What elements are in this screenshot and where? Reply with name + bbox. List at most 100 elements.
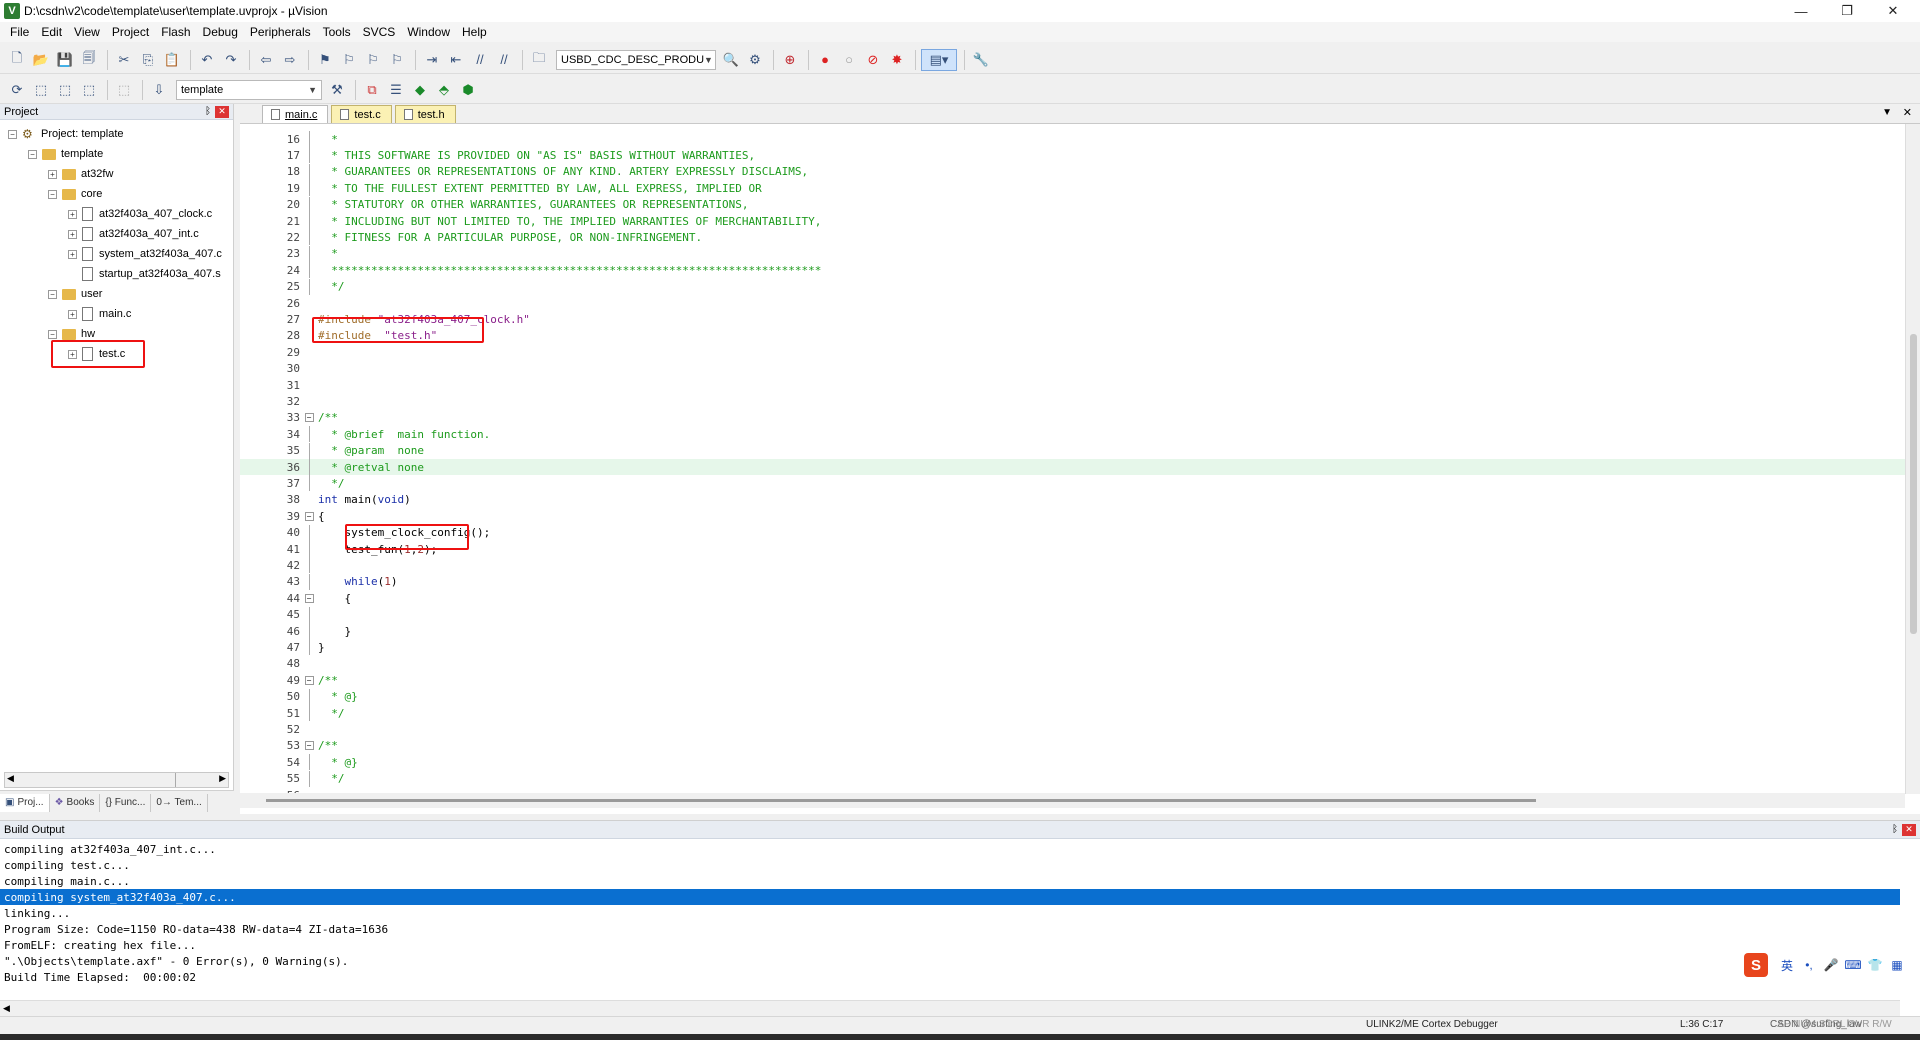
expand-icon[interactable]: + xyxy=(48,169,57,179)
tree-item[interactable]: + at32f403a_407_clock.c xyxy=(0,204,233,224)
fold-toggle-icon[interactable]: − xyxy=(302,738,316,754)
expand-icon[interactable]: + xyxy=(68,349,77,359)
build-icon[interactable]: ⬚ xyxy=(30,79,52,101)
tree-item[interactable]: − ⚙ Project: template xyxy=(0,124,233,144)
tab-main-c[interactable]: main.c xyxy=(262,105,329,123)
code-line[interactable]: 45 xyxy=(240,606,1905,623)
microphone-icon[interactable]: 🎤 xyxy=(1820,958,1842,972)
debug-session-icon[interactable]: ⊕ xyxy=(779,49,801,71)
code-line[interactable]: 40 system_clock_config(); xyxy=(240,524,1905,541)
expand-icon[interactable]: + xyxy=(68,229,77,239)
undo-icon[interactable]: ↶ xyxy=(196,49,218,71)
close-icon[interactable]: ✕ xyxy=(215,105,229,118)
code-line[interactable]: 34 * @brief main function. xyxy=(240,426,1905,443)
tab-list-icon[interactable]: ▼ xyxy=(1882,107,1892,118)
tab-templates[interactable]: 0→ Tem... xyxy=(151,793,208,812)
code-line[interactable]: 29 xyxy=(240,344,1905,360)
comment-icon[interactable]: // xyxy=(469,49,491,71)
maximize-button[interactable]: ❐ xyxy=(1824,0,1870,22)
collapse-icon[interactable]: − xyxy=(304,675,314,685)
rte-icon[interactable]: ⬢ xyxy=(457,79,479,101)
bookmark-icon[interactable]: ⚑ xyxy=(314,49,336,71)
rebuild-icon[interactable]: ⬚ xyxy=(54,79,76,101)
scroll-right-icon[interactable]: ▶ xyxy=(219,773,226,784)
tab-test-c[interactable]: test.c xyxy=(331,105,392,123)
collapse-icon[interactable]: − xyxy=(304,511,314,521)
close-icon[interactable]: ✕ xyxy=(1902,823,1916,836)
save-all-icon[interactable]: 🗐 xyxy=(78,49,100,71)
tab-books[interactable]: ❖ Books xyxy=(50,793,101,812)
fold-toggle-icon[interactable]: − xyxy=(302,508,316,524)
menu-svcs[interactable]: SVCS xyxy=(357,25,402,39)
tree-item[interactable]: − user xyxy=(0,284,233,304)
menu-flash[interactable]: Flash xyxy=(155,25,196,39)
menu-peripherals[interactable]: Peripherals xyxy=(244,25,317,39)
keyboard-icon[interactable]: ⌨ xyxy=(1842,958,1864,972)
code-line[interactable]: 24 *************************************… xyxy=(240,262,1905,279)
project-h-scrollbar[interactable]: ◀ ▶ xyxy=(4,772,229,788)
menu-file[interactable]: File xyxy=(4,25,35,39)
scroll-thumb[interactable] xyxy=(175,773,176,787)
kill-breakpoints-icon[interactable]: ⊘ xyxy=(862,49,884,71)
nav-forward-icon[interactable]: ⇨ xyxy=(279,49,301,71)
code-line[interactable]: 41 test_fun(1,2); xyxy=(240,541,1905,557)
configure-icon[interactable]: 🔧 xyxy=(970,49,992,71)
code-line[interactable]: 27 #include "at32f403a_407_clock.h" xyxy=(240,311,1905,327)
pin-icon[interactable]: ᛒ xyxy=(1888,824,1902,835)
menu-project[interactable]: Project xyxy=(106,25,155,39)
window-layout-icon[interactable]: ▤▾ xyxy=(921,48,957,71)
translate-icon[interactable]: ⟳ xyxy=(6,79,28,101)
code-line[interactable]: 38 int main(void) xyxy=(240,492,1905,508)
collapse-icon[interactable]: − xyxy=(304,413,314,423)
tab-test-h[interactable]: test.h xyxy=(394,105,456,123)
code-line[interactable]: 31 xyxy=(240,377,1905,393)
menu-view[interactable]: View xyxy=(68,25,106,39)
stop-build-icon[interactable]: ⬚ xyxy=(113,79,135,101)
sogou-logo-icon[interactable]: S xyxy=(1744,953,1768,977)
target-select[interactable]: template ▼ xyxy=(176,79,322,100)
scroll-left-icon[interactable]: ◀ xyxy=(3,1003,10,1014)
code-line[interactable]: 16 * xyxy=(240,131,1905,147)
clear-bookmarks-icon[interactable]: ⚐ xyxy=(386,49,408,71)
build-output-line[interactable]: compiling at32f403a_407_int.c... xyxy=(0,841,1900,857)
menu-help[interactable]: Help xyxy=(456,25,493,39)
pin-icon[interactable]: ᛒ xyxy=(201,106,215,117)
code-line[interactable]: 39−{ xyxy=(240,508,1905,524)
scroll-left-icon[interactable]: ◀ xyxy=(7,773,14,784)
next-bookmark-icon[interactable]: ⚐ xyxy=(362,49,384,71)
tree-item[interactable]: startup_at32f403a_407.s xyxy=(0,264,233,284)
build-h-scrollbar[interactable]: ◀ xyxy=(0,1000,1900,1016)
target-options-icon[interactable]: ⚒ xyxy=(326,79,348,101)
build-output-text[interactable]: compiling at32f403a_407_int.c... compilin… xyxy=(0,841,1900,985)
redo-icon[interactable]: ↷ xyxy=(220,49,242,71)
tab-project[interactable]: ▣ Proj... xyxy=(0,793,50,812)
build-output-line[interactable]: linking... xyxy=(0,905,1900,921)
code-line[interactable]: 18 * GUARANTEES OR REPRESENTATIONS OF AN… xyxy=(240,163,1905,180)
copy-icon[interactable]: ⎘ xyxy=(137,49,159,71)
collapse-icon[interactable]: − xyxy=(28,149,37,159)
menu-window[interactable]: Window xyxy=(401,25,456,39)
fold-toggle-icon[interactable]: − xyxy=(302,410,316,426)
find-in-files-icon[interactable]: 🗀 xyxy=(528,49,550,71)
fold-toggle-icon[interactable]: − xyxy=(302,672,316,688)
tree-item[interactable]: − hw xyxy=(0,324,233,344)
collapse-icon[interactable]: − xyxy=(48,289,57,299)
code-line[interactable]: 25 */ xyxy=(240,278,1905,295)
paste-icon[interactable]: 📋 xyxy=(161,49,183,71)
code-line[interactable]: 52 xyxy=(240,721,1905,737)
new-file-icon[interactable]: 🗋 xyxy=(6,49,28,71)
code-line[interactable]: 26 xyxy=(240,295,1905,311)
code-line[interactable]: 37 */ xyxy=(240,475,1905,492)
tree-item[interactable]: + system_at32f403a_407.c xyxy=(0,244,233,264)
menu-tools[interactable]: Tools xyxy=(317,25,357,39)
code-line[interactable]: 43 while(1) xyxy=(240,573,1905,590)
fold-toggle-icon[interactable]: − xyxy=(302,590,316,606)
tree-item[interactable]: + main.c xyxy=(0,304,233,324)
build-output-line[interactable]: ".\Objects\template.axf" - 0 Error(s), 0… xyxy=(0,953,1900,969)
code-line[interactable]: 22 * FITNESS FOR A PARTICULAR PURPOSE, O… xyxy=(240,229,1905,246)
find-icon[interactable]: 🔍 xyxy=(720,49,742,71)
tab-functions[interactable]: {} Func... xyxy=(100,793,152,812)
code-line[interactable]: 54 * @} xyxy=(240,754,1905,771)
code-line[interactable]: 21 * INCLUDING BUT NOT LIMITED TO, THE I… xyxy=(240,213,1905,229)
tree-item[interactable]: + test.c xyxy=(0,344,233,364)
